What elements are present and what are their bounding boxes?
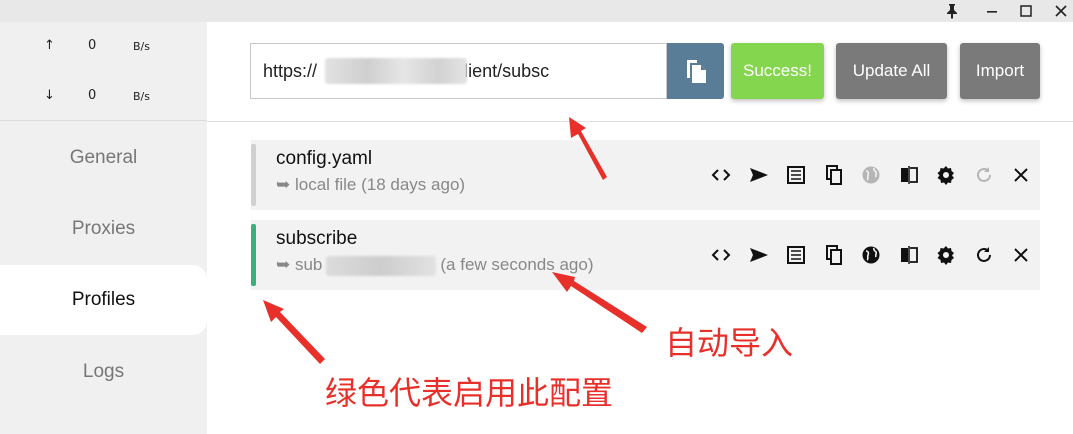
send-icon[interactable] bbox=[740, 160, 778, 190]
gear-icon[interactable] bbox=[928, 160, 966, 190]
code-icon[interactable] bbox=[703, 160, 741, 190]
sidebar-item-label: Profiles bbox=[71, 289, 136, 310]
code-icon[interactable] bbox=[703, 240, 741, 270]
sidebar-item-logs[interactable]: Logs bbox=[0, 337, 207, 407]
upload-speed: ↑ 0 B/s bbox=[0, 38, 207, 58]
profile-indicator-active bbox=[251, 224, 256, 286]
close-icon[interactable] bbox=[1003, 240, 1041, 270]
profile-item-subscribe[interactable]: subscribe ➥ sub (a few seconds ago) bbox=[251, 220, 1040, 290]
profile-subtitle-suffix: (a few seconds ago) bbox=[440, 255, 594, 274]
paste-button[interactable] bbox=[667, 43, 724, 99]
window-titlebar bbox=[0, 0, 1073, 22]
sidebar-item-profiles[interactable]: Profiles bbox=[0, 265, 207, 335]
update-all-button[interactable]: Update All bbox=[836, 43, 947, 99]
globe-icon[interactable] bbox=[853, 240, 891, 270]
maximize-icon[interactable] bbox=[1014, 0, 1038, 22]
close-icon[interactable] bbox=[1049, 0, 1073, 22]
profile-subtitle-prefix: ➥ sub bbox=[276, 255, 323, 274]
copy-icon[interactable] bbox=[815, 240, 853, 270]
traffic-panel: ↑ 0 B/s ↓ 0 B/s bbox=[0, 22, 207, 120]
annotation-green-active: 绿色代表启用此配置 bbox=[325, 374, 614, 412]
upload-unit: B/s bbox=[133, 40, 150, 53]
sidebar-item-general[interactable]: General bbox=[0, 123, 207, 193]
refresh-icon[interactable] bbox=[965, 160, 1003, 190]
paste-icon bbox=[686, 60, 706, 83]
minimize-icon[interactable] bbox=[980, 0, 1004, 22]
sidebar-item-label: General bbox=[69, 147, 138, 168]
sidebar-item-proxies[interactable]: Proxies bbox=[0, 194, 207, 264]
profile-subtitle: ➥ local file (18 days ago) bbox=[276, 175, 466, 194]
sidebar: ↑ 0 B/s ↓ 0 B/s General Proxies Profiles… bbox=[0, 22, 207, 434]
annotation-auto-import: 自动导入 bbox=[665, 324, 794, 362]
list-icon[interactable] bbox=[778, 240, 816, 270]
close-icon[interactable] bbox=[1003, 160, 1041, 190]
pin-icon[interactable] bbox=[940, 0, 964, 22]
upload-arrow-icon: ↑ bbox=[44, 38, 55, 53]
success-button[interactable]: Success! bbox=[731, 43, 824, 99]
profile-name: subscribe bbox=[276, 228, 358, 249]
profile-name: config.yaml bbox=[276, 148, 373, 169]
gear-icon[interactable] bbox=[928, 240, 966, 270]
profile-item-config[interactable]: config.yaml ➥ local file (18 days ago) bbox=[251, 140, 1040, 210]
globe-icon[interactable] bbox=[853, 160, 891, 190]
sidebar-item-label: Logs bbox=[82, 361, 125, 382]
toolbar-divider bbox=[207, 121, 1073, 122]
redacted-subtitle-mask bbox=[326, 255, 437, 276]
profile-actions bbox=[703, 220, 1041, 290]
profile-actions bbox=[703, 140, 1041, 210]
upload-value: 0 bbox=[88, 38, 97, 53]
compare-icon[interactable] bbox=[890, 240, 928, 270]
sidebar-item-label: Proxies bbox=[71, 218, 136, 239]
profile-indicator bbox=[251, 144, 256, 206]
refresh-icon[interactable] bbox=[965, 240, 1003, 270]
send-icon[interactable] bbox=[740, 240, 778, 270]
download-arrow-icon: ↓ bbox=[44, 88, 55, 103]
redacted-url-mask bbox=[325, 58, 467, 84]
profile-subtitle: ➥ sub (a few seconds ago) bbox=[276, 255, 593, 276]
download-speed: ↓ 0 B/s bbox=[0, 88, 207, 108]
copy-icon[interactable] bbox=[815, 160, 853, 190]
download-unit: B/s bbox=[133, 90, 150, 103]
import-button[interactable]: Import bbox=[960, 43, 1040, 99]
list-icon[interactable] bbox=[778, 160, 816, 190]
compare-icon[interactable] bbox=[890, 160, 928, 190]
download-value: 0 bbox=[88, 88, 97, 103]
